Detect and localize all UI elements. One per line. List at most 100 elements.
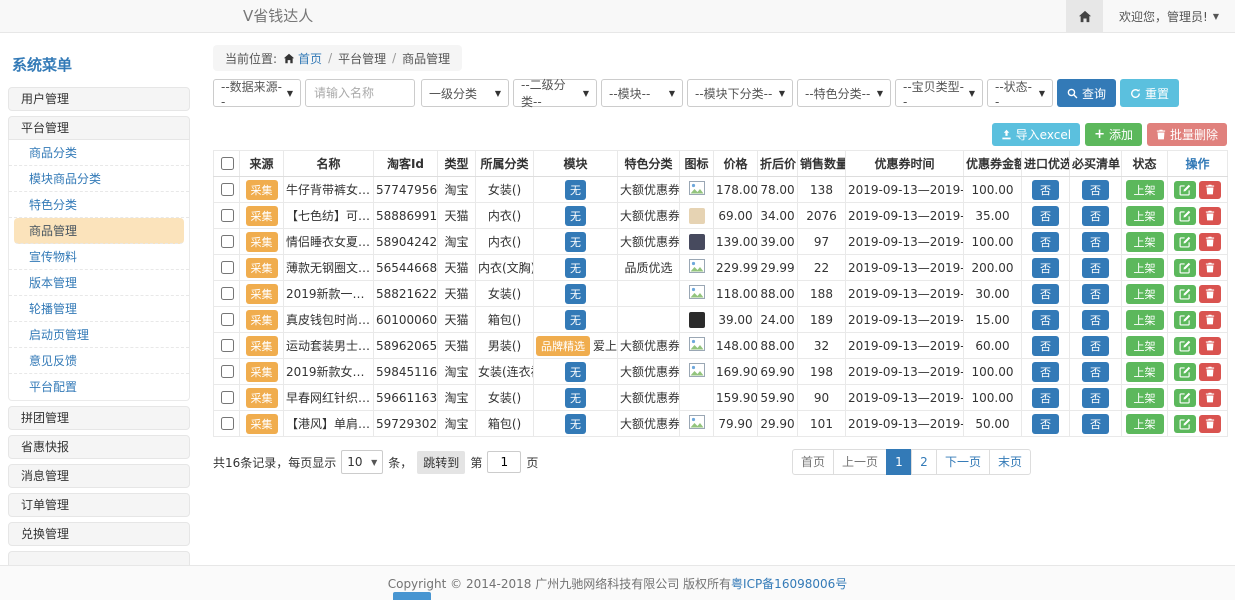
add-button[interactable]: + 添加 [1085,123,1142,146]
row-checkbox[interactable] [221,313,234,326]
must-buy-toggle[interactable]: 否 [1082,362,1109,382]
edit-button[interactable] [1174,337,1196,355]
import-select-toggle[interactable]: 否 [1032,284,1059,304]
sidebar-item-message-mgmt[interactable]: 消息管理 [8,464,190,488]
sidebar-item-module-goods-category[interactable]: 模块商品分类 [9,166,189,192]
edit-button[interactable] [1174,181,1196,199]
page-1-button[interactable]: 1 [886,449,912,475]
page-next-button[interactable]: 下一页 [936,449,990,475]
status-toggle[interactable]: 上架 [1126,284,1164,304]
status-toggle[interactable]: 上架 [1126,206,1164,226]
status-toggle[interactable]: 上架 [1126,180,1164,200]
row-checkbox[interactable] [221,417,234,430]
edit-button[interactable] [1174,233,1196,251]
sidebar-item-platform-config[interactable]: 平台配置 [9,374,189,400]
page-2-button[interactable]: 2 [911,449,937,475]
jump-button[interactable]: 跳转到 [417,451,465,474]
status-toggle[interactable]: 上架 [1126,336,1164,356]
status-toggle[interactable]: 上架 [1126,362,1164,382]
search-button[interactable]: 查询 [1057,79,1116,107]
delete-button[interactable] [1199,363,1221,381]
sidebar-item-feature-category[interactable]: 特色分类 [9,192,189,218]
status-toggle[interactable]: 上架 [1126,258,1164,278]
delete-button[interactable] [1199,233,1221,251]
import-select-toggle[interactable]: 否 [1032,414,1059,434]
edit-button[interactable] [1174,389,1196,407]
jump-page-input[interactable] [487,451,521,473]
filter-select-source[interactable]: --数据来源--▼ [213,79,301,107]
batch-delete-button[interactable]: 批量删除 [1147,123,1227,146]
status-toggle[interactable]: 上架 [1126,310,1164,330]
sidebar-item-group-buy-mgmt[interactable]: 拼团管理 [8,406,190,430]
must-buy-toggle[interactable]: 否 [1082,232,1109,252]
sidebar-item-carousel-mgmt[interactable]: 轮播管理 [9,296,189,322]
sidebar-item-goods-category[interactable]: 商品分类 [9,140,189,166]
status-toggle[interactable]: 上架 [1126,388,1164,408]
row-checkbox[interactable] [221,365,234,378]
sidebar-item-cutoff[interactable] [8,551,190,565]
row-checkbox[interactable] [221,183,234,196]
page-first-button[interactable]: 首页 [792,449,834,475]
per-page-select[interactable]: 10 ▼ [341,450,383,474]
import-select-toggle[interactable]: 否 [1032,336,1059,356]
edit-button[interactable] [1174,259,1196,277]
delete-button[interactable] [1199,415,1221,433]
edit-button[interactable] [1174,415,1196,433]
delete-button[interactable] [1199,207,1221,225]
row-checkbox[interactable] [221,209,234,222]
filter-select-feature[interactable]: --特色分类--▼ [797,79,891,107]
sidebar-item-platform-mgmt[interactable]: 平台管理 [8,116,190,140]
row-checkbox[interactable] [221,287,234,300]
select-all-checkbox[interactable] [221,157,234,170]
edit-button[interactable] [1174,311,1196,329]
must-buy-toggle[interactable]: 否 [1082,414,1109,434]
page-prev-button[interactable]: 上一页 [833,449,887,475]
row-checkbox[interactable] [221,235,234,248]
sidebar-item-exchange-mgmt[interactable]: 兑换管理 [8,522,190,546]
name-search-input[interactable] [305,79,415,107]
filter-select-module-sub[interactable]: --模块下分类--▼ [687,79,793,107]
must-buy-toggle[interactable]: 否 [1082,258,1109,278]
filter-select-item-type[interactable]: --宝贝类型--▼ [895,79,983,107]
import-select-toggle[interactable]: 否 [1032,310,1059,330]
page-last-button[interactable]: 末页 [989,449,1031,475]
delete-button[interactable] [1199,285,1221,303]
sidebar-item-feedback[interactable]: 意见反馈 [9,348,189,374]
sidebar-item-splash-mgmt[interactable]: 启动页管理 [9,322,189,348]
row-checkbox[interactable] [221,391,234,404]
filter-select-category1[interactable]: 一级分类▼ [421,79,509,107]
import-select-toggle[interactable]: 否 [1032,232,1059,252]
import-select-toggle[interactable]: 否 [1032,388,1059,408]
sidebar-item-goods-mgmt-active[interactable]: 商品管理 [14,218,184,244]
sidebar-item-promo-material[interactable]: 宣传物料 [9,244,189,270]
import-excel-button[interactable]: 导入excel [992,123,1080,146]
must-buy-toggle[interactable]: 否 [1082,310,1109,330]
status-toggle[interactable]: 上架 [1126,414,1164,434]
delete-button[interactable] [1199,389,1221,407]
home-button[interactable] [1066,0,1103,32]
sidebar-item-user-mgmt[interactable]: 用户管理 [8,87,190,111]
edit-button[interactable] [1174,363,1196,381]
sidebar-item-savings-news[interactable]: 省惠快报 [8,435,190,459]
delete-button[interactable] [1199,181,1221,199]
edit-button[interactable] [1174,285,1196,303]
delete-button[interactable] [1199,337,1221,355]
must-buy-toggle[interactable]: 否 [1082,336,1109,356]
filter-select-module[interactable]: --模块--▼ [601,79,683,107]
reset-button[interactable]: 重置 [1120,79,1179,107]
user-menu[interactable]: 欢迎您，管理员! ▼ [1103,8,1235,25]
icp-link[interactable]: 粤ICP备16098006号 [731,575,847,592]
must-buy-toggle[interactable]: 否 [1082,284,1109,304]
edit-button[interactable] [1174,207,1196,225]
import-select-toggle[interactable]: 否 [1032,258,1059,278]
row-checkbox[interactable] [221,261,234,274]
filter-select-status[interactable]: --状态--▼ [987,79,1053,107]
must-buy-toggle[interactable]: 否 [1082,388,1109,408]
import-select-toggle[interactable]: 否 [1032,206,1059,226]
breadcrumb-home-link[interactable]: 首页 [283,50,322,67]
filter-select-category2[interactable]: --二级分类--▼ [513,79,597,107]
must-buy-toggle[interactable]: 否 [1082,180,1109,200]
import-select-toggle[interactable]: 否 [1032,180,1059,200]
import-select-toggle[interactable]: 否 [1032,362,1059,382]
delete-button[interactable] [1199,311,1221,329]
